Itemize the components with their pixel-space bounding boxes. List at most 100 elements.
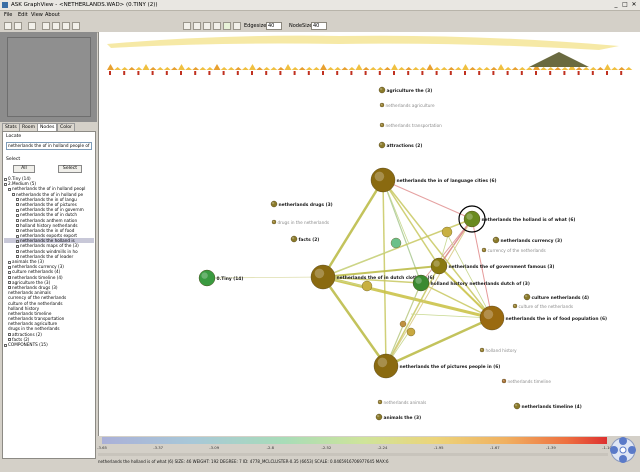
graph-node[interactable]: facts (2): [290, 235, 319, 243]
menu-view[interactable]: View: [31, 12, 43, 18]
menu-about[interactable]: About: [45, 12, 60, 18]
graph-node[interactable]: agriculture the (3): [378, 86, 432, 94]
close-button[interactable]: ✕: [630, 1, 638, 8]
cluster-tree[interactable]: 0.Tiny (14) 2.Medium (5) netherlands the o…: [4, 176, 94, 347]
graph-svg[interactable]: agriculture the (3) netherlands agricultu…: [99, 32, 640, 436]
graph-node[interactable]: netherlands the of pictures people in (6…: [373, 353, 500, 379]
clear-icon[interactable]: [72, 22, 80, 30]
pan-left-icon[interactable]: [610, 446, 618, 454]
copy-icon[interactable]: [42, 22, 50, 30]
paste-icon[interactable]: [62, 22, 70, 30]
expand-icon[interactable]: [16, 234, 19, 238]
expand-icon[interactable]: [16, 255, 19, 259]
graph-node-circle[interactable]: [378, 141, 386, 149]
graph-node[interactable]: holland history: [479, 347, 517, 353]
graph-node-circle[interactable]: [379, 102, 385, 108]
expand-icon[interactable]: [16, 229, 19, 233]
graph-node-circle[interactable]: [492, 236, 500, 244]
graph-node-circle[interactable]: [290, 235, 298, 243]
cut-icon[interactable]: [52, 22, 60, 30]
zoom-out-icon[interactable]: [183, 22, 191, 30]
zoom-center-icon[interactable]: [619, 446, 627, 454]
horizontal-scrollbar[interactable]: [98, 453, 608, 456]
collapse-icon[interactable]: [12, 193, 15, 197]
graph-node-circle[interactable]: [463, 210, 481, 228]
graph-node[interactable]: netherlands the in of food population (6…: [479, 305, 607, 331]
expand-icon[interactable]: [8, 276, 11, 280]
overview-viewport[interactable]: [7, 37, 91, 117]
expand-icon[interactable]: [4, 177, 7, 181]
select-button[interactable]: Select: [58, 165, 82, 173]
graph-node-circle[interactable]: [479, 305, 505, 331]
graph-node[interactable]: currency of the netherlands: [481, 247, 546, 253]
graph-node-circle[interactable]: [501, 378, 507, 384]
overview-panel[interactable]: [0, 32, 97, 122]
open-icon[interactable]: [4, 22, 12, 30]
navigation-widget[interactable]: [608, 433, 638, 467]
select-icon[interactable]: [213, 22, 221, 30]
graph-node[interactable]: drugs in the netherlands: [271, 219, 329, 225]
graph-node[interactable]: netherlands the of government famous (3): [430, 257, 554, 275]
graph-node-circle[interactable]: [370, 167, 396, 193]
expand-icon[interactable]: [8, 260, 11, 264]
expand-icon[interactable]: [16, 219, 19, 222]
inner-node-2[interactable]: [361, 280, 373, 292]
graph-node-circle[interactable]: [479, 347, 485, 353]
pan-right-icon[interactable]: [628, 446, 636, 454]
expand-icon[interactable]: [8, 333, 11, 337]
graph-node-circle[interactable]: [310, 264, 336, 290]
inner-node-3[interactable]: [406, 327, 416, 337]
nodesize-input[interactable]: 40: [311, 22, 327, 30]
graph-node[interactable]: netherlands the in of language cities (6…: [370, 167, 497, 193]
graph-node[interactable]: culture of the netherlands: [512, 303, 573, 309]
edgesize-input[interactable]: 40: [266, 22, 282, 30]
graph-node-circle[interactable]: [513, 402, 521, 410]
pin-icon[interactable]: [223, 22, 231, 30]
expand-icon[interactable]: [16, 203, 19, 207]
collapse-icon[interactable]: [4, 182, 7, 186]
expand-icon[interactable]: [4, 343, 7, 347]
expand-icon[interactable]: [16, 250, 19, 254]
inner-node-1[interactable]: [390, 237, 402, 249]
menu-file[interactable]: File: [4, 12, 12, 18]
graph-node[interactable]: netherlands agriculture: [379, 102, 435, 108]
graph-node[interactable]: netherlands animals: [377, 399, 426, 405]
expand-icon[interactable]: [16, 208, 19, 212]
locate-input[interactable]: netherlands the of in holland people of …: [6, 142, 92, 150]
minimize-button[interactable]: _: [612, 1, 620, 8]
graph-node-circle[interactable]: [430, 257, 448, 275]
graph-node[interactable]: animals the (3): [375, 413, 421, 421]
graph-node-circle[interactable]: [481, 247, 487, 253]
graph-node[interactable]: netherlands timeline: [501, 378, 551, 384]
expand-icon[interactable]: [8, 338, 11, 342]
fit-view-icon[interactable]: [193, 22, 201, 30]
select-all-button[interactable]: All: [13, 165, 35, 173]
inner-node-4[interactable]: [441, 226, 453, 238]
graph-node-circle[interactable]: [523, 293, 531, 301]
graph-node-circle[interactable]: [375, 413, 383, 421]
graph-node-circle[interactable]: [373, 353, 399, 379]
tree-item[interactable]: COMPONENTS (15): [4, 342, 94, 347]
expand-icon[interactable]: [16, 213, 19, 217]
graph-canvas[interactable]: agriculture the (3) netherlands agricultu…: [98, 32, 640, 436]
graph-node-circle[interactable]: [377, 399, 383, 405]
maximize-button[interactable]: □: [621, 1, 629, 8]
expand-icon[interactable]: [8, 281, 11, 285]
graph-node[interactable]: netherlands drugs (3): [270, 200, 333, 208]
expand-icon[interactable]: [16, 224, 19, 228]
save-icon[interactable]: [14, 22, 22, 30]
graph-node[interactable]: netherlands the holland is of what (6): [463, 210, 575, 228]
expand-icon[interactable]: [16, 244, 19, 248]
graph-node[interactable]: netherlands transportation: [379, 122, 442, 128]
expand-icon[interactable]: [16, 239, 19, 243]
graph-node-circle[interactable]: [270, 200, 278, 208]
graph-node-circle[interactable]: [512, 303, 518, 309]
graph-node-circle[interactable]: [198, 269, 216, 287]
graph-node-circle[interactable]: [378, 86, 386, 94]
graph-node-circle[interactable]: [412, 274, 430, 292]
expand-icon[interactable]: [8, 286, 11, 290]
graph-node-circle[interactable]: [271, 219, 277, 225]
graph-node[interactable]: attractions (2): [378, 141, 422, 149]
graph-node[interactable]: culture netherlands (4): [523, 293, 589, 301]
expand-icon[interactable]: [8, 265, 11, 269]
